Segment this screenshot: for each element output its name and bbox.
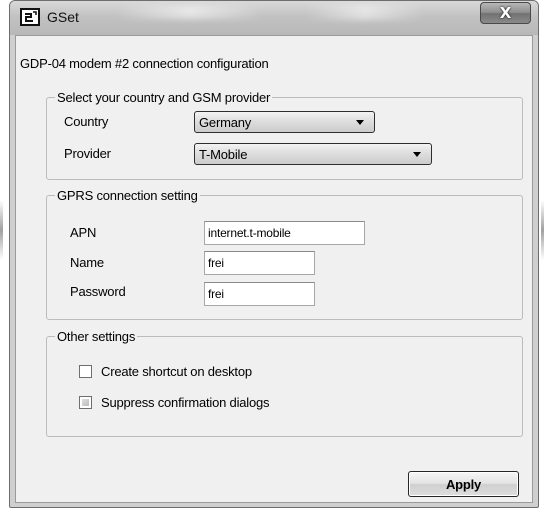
create-shortcut-label: Create shortcut on desktop: [101, 364, 252, 379]
apn-field[interactable]: internet.t-mobile: [204, 221, 365, 245]
provider-group: Select your country and GSM provider: [46, 90, 523, 180]
password-field[interactable]: frei: [204, 282, 315, 306]
suppress-confirm-checkbox[interactable]: [79, 396, 92, 409]
gprs-group-legend: GPRS connection setting: [57, 188, 198, 203]
country-select[interactable]: Germany: [194, 111, 375, 133]
provider-select[interactable]: T-Mobile: [194, 143, 432, 165]
name-field[interactable]: frei: [204, 251, 315, 275]
title-bar-blur: [115, 5, 265, 19]
provider-group-legend: Select your country and GSM provider: [57, 90, 271, 105]
gset-window: GSet X GDP-04 modem #2 connection config…: [9, 0, 539, 508]
other-settings-group: Other settings: [46, 329, 523, 437]
provider-select-value: T-Mobile: [199, 147, 248, 162]
provider-label: Provider: [64, 146, 111, 161]
create-shortcut-checkbox[interactable]: [79, 365, 92, 378]
window-title: GSet: [47, 9, 79, 25]
window-edge-shadow: [0, 200, 3, 260]
apn-label: APN: [70, 225, 97, 240]
gset-app-icon: [20, 8, 40, 26]
apply-button[interactable]: Apply: [408, 471, 519, 497]
suppress-confirm-option[interactable]: Suppress confirmation dialogs: [79, 395, 270, 410]
other-settings-legend: Other settings: [57, 329, 136, 344]
close-button[interactable]: X: [480, 2, 531, 24]
suppress-confirm-label: Suppress confirmation dialogs: [101, 395, 270, 410]
create-shortcut-option[interactable]: Create shortcut on desktop: [79, 364, 252, 379]
close-icon: X: [499, 4, 512, 22]
name-label: Name: [70, 255, 104, 270]
country-label: Country: [64, 114, 109, 129]
chevron-down-icon: [413, 152, 421, 157]
password-label: Password: [70, 284, 126, 299]
title-bar[interactable]: GSet X: [10, 1, 538, 35]
chevron-down-icon: [356, 120, 364, 125]
dialog-client-area: GDP-04 modem #2 connection configuration…: [15, 35, 533, 503]
dialog-heading: GDP-04 modem #2 connection configuration: [20, 56, 269, 71]
title-bar-blur: [305, 4, 425, 20]
country-select-value: Germany: [199, 115, 252, 130]
